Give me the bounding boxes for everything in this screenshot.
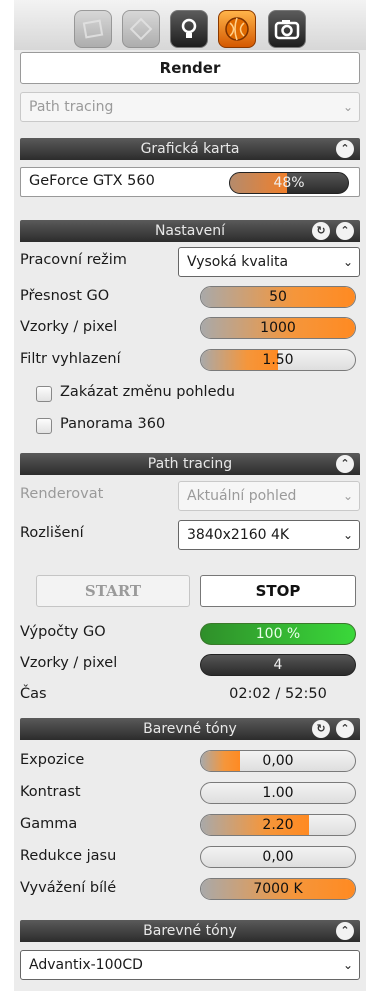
resolution-value: 3840x2160 4K	[187, 527, 290, 543]
gi-computations-label: Výpočty GO	[20, 624, 106, 640]
gpu-usage-value: 48%	[273, 175, 305, 191]
section-header-settings[interactable]: Nastavení ↻ ⌃	[20, 220, 360, 242]
reset-icon[interactable]: ↻	[312, 222, 330, 240]
gamma-value: 2.20	[262, 817, 294, 833]
white-balance-value: 7000 K	[253, 881, 303, 897]
reset-icon[interactable]: ↻	[312, 720, 330, 738]
gamma-slider[interactable]: 2.20	[200, 814, 356, 836]
collapse-icon[interactable]: ⌃	[336, 922, 354, 940]
samples-value: 1000	[260, 320, 296, 336]
brightness-reduction-slider[interactable]: 0,00	[200, 846, 356, 868]
material-icon[interactable]	[74, 10, 112, 48]
light-icon[interactable]	[170, 10, 208, 48]
chevron-down-icon: ⌄	[342, 958, 353, 972]
aa-filter-slider[interactable]: 1.50	[200, 349, 356, 371]
brightness-reduction-value: 0,00	[262, 849, 294, 865]
time-label: Čas	[20, 686, 47, 702]
render-mode-value: Path tracing	[29, 99, 114, 115]
samples-slider[interactable]: 1000	[200, 317, 356, 339]
contrast-label: Kontrast	[20, 784, 81, 800]
start-button[interactable]: START	[36, 575, 190, 607]
collapse-icon[interactable]: ⌃	[336, 720, 354, 738]
resolution-select[interactable]: 3840x2160 4K ⌄	[178, 520, 360, 550]
object-icon[interactable]	[122, 10, 160, 48]
section-title: Path tracing	[147, 456, 233, 472]
work-mode-value: Vysoká kvalita	[187, 254, 289, 270]
panel-title: Render	[20, 52, 360, 84]
chevron-down-icon: ⌄	[342, 528, 353, 542]
samples-progress-value: 4	[273, 657, 283, 673]
disable-view-change-label: Zakázat změnu pohledu	[60, 384, 235, 400]
gpu-usage-bar: 48%	[229, 172, 349, 194]
section-title: Barevné tóny	[143, 923, 237, 939]
section-title: Nastavení	[154, 223, 226, 239]
contrast-slider[interactable]: 1.00	[200, 782, 356, 804]
gpu-row: GeForce GTX 560 48%	[20, 167, 360, 197]
panorama-checkbox[interactable]	[36, 418, 52, 434]
section-title: Grafická karta	[140, 141, 240, 157]
gi-progress-value: 100 %	[255, 626, 301, 642]
toolbar	[14, 0, 366, 50]
disable-view-change-checkbox[interactable]	[36, 386, 52, 402]
render-target-value: Aktuální pohled	[187, 488, 297, 504]
tone-preset-select[interactable]: Advantix-100CD ⌄	[20, 950, 360, 980]
collapse-icon[interactable]: ⌃	[336, 455, 354, 473]
tone-preset-value: Advantix-100CD	[29, 957, 143, 973]
section-header-tone-preset[interactable]: Barevné tóny ⌃	[20, 920, 360, 942]
brightness-reduction-label: Redukce jasu	[20, 848, 117, 864]
work-mode-label: Pracovní režim	[20, 252, 127, 268]
render-target-select[interactable]: Aktuální pohled ⌄	[178, 481, 360, 511]
gi-progress-bar: 100 %	[200, 623, 356, 645]
collapse-icon[interactable]: ⌃	[336, 140, 354, 158]
exposure-value: 0,00	[262, 753, 294, 769]
exposure-slider[interactable]: 0,00	[200, 750, 356, 772]
section-header-graphics-card[interactable]: Grafická karta ⌃	[20, 138, 360, 160]
gi-precision-slider[interactable]: 50	[200, 286, 356, 308]
camera-icon[interactable]	[268, 10, 306, 48]
render-target-label: Renderovat	[20, 486, 104, 502]
render-icon[interactable]	[218, 10, 256, 48]
chevron-down-icon: ⌄	[342, 489, 353, 503]
chevron-down-icon: ⌄	[342, 100, 353, 114]
chevron-down-icon: ⌄	[342, 255, 353, 269]
render-panel: Render Path tracing ⌄ Grafická karta ⌃ G…	[14, 0, 366, 991]
time-value: 02:02 / 52:50	[229, 686, 327, 702]
white-balance-label: Vyvážení bílé	[20, 880, 117, 896]
section-title: Barevné tóny	[143, 721, 237, 737]
contrast-value: 1.00	[262, 785, 294, 801]
gi-precision-label: Přesnost GO	[20, 288, 110, 304]
samples-progress-label: Vzorky / pixel	[20, 655, 118, 671]
exposure-label: Expozice	[20, 752, 85, 768]
collapse-icon[interactable]: ⌃	[336, 222, 354, 240]
aa-filter-label: Filtr vyhlazení	[20, 351, 121, 367]
render-mode-select[interactable]: Path tracing ⌄	[20, 92, 360, 122]
panorama-label: Panorama 360	[60, 416, 166, 432]
samples-progress-bar: 4	[200, 654, 356, 676]
work-mode-select[interactable]: Vysoká kvalita ⌄	[178, 247, 360, 277]
stop-button[interactable]: STOP	[200, 575, 356, 607]
aa-filter-value: 1.50	[262, 352, 294, 368]
samples-label: Vzorky / pixel	[20, 319, 118, 335]
section-header-tone[interactable]: Barevné tóny ↻ ⌃	[20, 718, 360, 740]
gpu-name: GeForce GTX 560	[29, 173, 155, 189]
gi-precision-value: 50	[269, 289, 287, 305]
section-header-path-tracing[interactable]: Path tracing ⌃	[20, 453, 360, 475]
resolution-label: Rozlišení	[20, 525, 84, 541]
white-balance-slider[interactable]: 7000 K	[200, 878, 356, 900]
gamma-label: Gamma	[20, 816, 78, 832]
